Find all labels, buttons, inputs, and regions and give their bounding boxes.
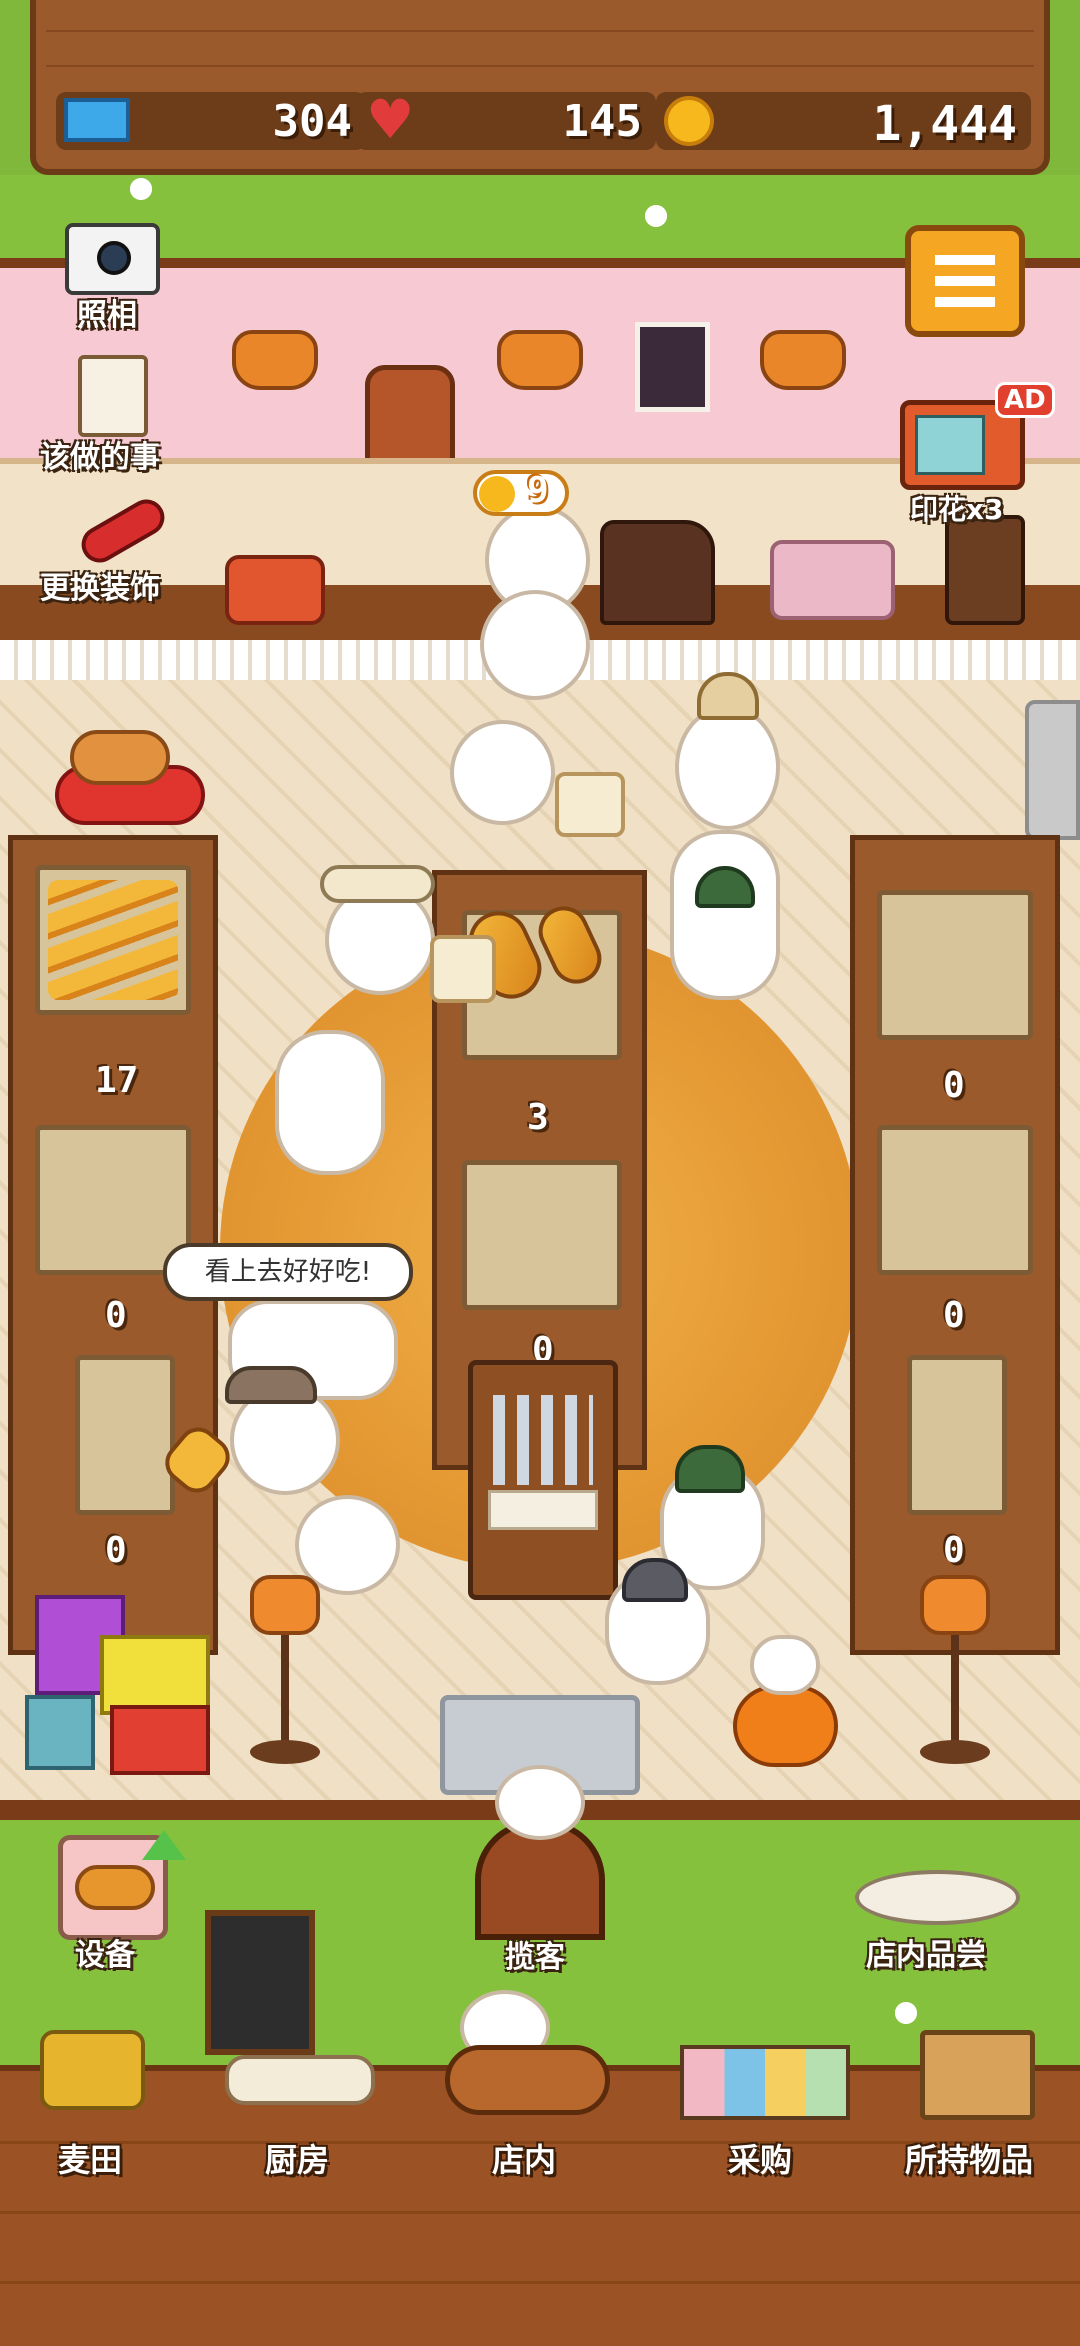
floor-lamp <box>245 1575 325 1775</box>
bread-tray[interactable] <box>35 1125 191 1275</box>
gift-icon <box>110 1705 210 1775</box>
box-icon <box>920 2030 1035 2120</box>
cash-register <box>600 520 715 625</box>
bread-basket-icon <box>445 2045 610 2115</box>
heart-icon: ♥ <box>366 88 415 151</box>
bread-tray[interactable] <box>35 865 191 1015</box>
todo-label: 该做的事 <box>40 440 160 475</box>
baker-cat[interactable] <box>480 590 590 700</box>
coin-value: 1,444 <box>872 96 1018 152</box>
floor-lamp <box>915 1575 995 1775</box>
stock-count: 0 <box>105 1530 127 1571</box>
side-door[interactable] <box>1025 700 1080 840</box>
coin-icon <box>479 476 515 512</box>
tasting-label: 店内品尝 <box>866 1938 986 1973</box>
nav-label-kitchen: 厨房 <box>265 2141 330 2179</box>
coin-icon <box>664 96 714 146</box>
stock-count: 0 <box>943 1530 965 1571</box>
stock-count: 3 <box>527 1097 549 1138</box>
ticket-icon <box>64 98 130 142</box>
bread-item <box>555 772 625 837</box>
pumpkin-icon <box>733 1685 838 1767</box>
upgrade-arrow-icon <box>142 1830 186 1860</box>
decorate-button[interactable]: 更换装饰 <box>40 492 200 610</box>
customer[interactable] <box>275 1030 385 1175</box>
ticket-value: 304 <box>272 96 352 147</box>
rolling-pin-icon <box>225 2055 375 2105</box>
resource-header: 304 ♥ 145 1,444 <box>30 0 1050 175</box>
nav-label-inventory: 所持物品 <box>905 2141 1034 2179</box>
stamp-ad-button[interactable]: AD 印花x3 <box>895 370 1055 530</box>
baguette-icon <box>48 880 178 1000</box>
bread-tray[interactable] <box>907 1355 1007 1515</box>
stock-count: 0 <box>105 1295 127 1336</box>
telephone[interactable] <box>225 555 325 625</box>
fork-icon <box>493 1395 593 1485</box>
ticket-counter: 304 <box>56 92 366 150</box>
flower-icon <box>645 205 667 227</box>
wheat-icon <box>40 2030 145 2110</box>
coffee-grinder <box>945 515 1025 625</box>
tasting-button[interactable]: 店内品尝 <box>840 1830 1030 1973</box>
customer[interactable] <box>750 1635 820 1695</box>
attract-customers-button[interactable]: 揽客 <box>465 1760 615 1980</box>
attract-label: 揽客 <box>505 1940 565 1975</box>
order-value: 9 <box>527 470 549 511</box>
customer[interactable] <box>675 705 780 830</box>
shiba-dog[interactable] <box>70 730 170 785</box>
bread-tray[interactable] <box>877 1125 1033 1275</box>
hat-icon <box>320 865 435 903</box>
mascot-cat <box>495 1765 585 1840</box>
photo-button[interactable]: 照相 <box>55 218 175 333</box>
flower-icon <box>130 178 152 200</box>
heart-counter: ♥ 145 <box>356 88 656 151</box>
bread-tray[interactable] <box>462 1160 622 1310</box>
customer[interactable] <box>670 830 780 1000</box>
bread-tray[interactable] <box>877 890 1033 1040</box>
pendant-lamp <box>760 330 846 390</box>
ad-badge: AD <box>995 382 1055 418</box>
gift-boxes[interactable] <box>25 1595 215 1775</box>
todo-button[interactable]: 该做的事 <box>40 350 200 475</box>
stock-count: 0 <box>943 1295 965 1336</box>
wall-poster <box>635 322 710 412</box>
customer[interactable] <box>450 720 555 825</box>
market-shelf-icon <box>680 2045 850 2120</box>
coin-counter: 1,444 <box>656 92 1031 152</box>
jam-jars <box>770 540 895 620</box>
hat-icon <box>225 1366 317 1404</box>
pendant-lamp <box>497 330 583 390</box>
paintbrush-icon <box>75 492 171 570</box>
menu-button[interactable] <box>905 225 1025 337</box>
equipment-label: 设备 <box>75 1938 135 1973</box>
bread-item <box>430 935 496 1003</box>
speech-bubble: 看上去好好吃! <box>163 1243 413 1301</box>
tray-stack <box>488 1490 598 1530</box>
cafe-table-icon <box>855 1870 1020 1925</box>
shelf-right[interactable]: 0 0 0 <box>850 835 1060 1655</box>
photo-label: 照相 <box>77 298 137 333</box>
utensil-cart[interactable] <box>468 1360 618 1600</box>
stock-count: 0 <box>943 1065 965 1106</box>
stock-count: 17 <box>95 1060 139 1101</box>
nav-label-store: 店内 <box>492 2141 557 2179</box>
equipment-button[interactable]: 设备 <box>50 1830 190 1973</box>
flower-icon <box>895 2002 917 2024</box>
gift-icon <box>100 1635 210 1715</box>
order-badge: 9 <box>473 470 569 516</box>
nav-label-purchase: 采购 <box>728 2141 793 2179</box>
clipboard-icon <box>78 355 148 437</box>
pendant-lamp <box>232 330 318 390</box>
gift-icon <box>25 1695 95 1770</box>
stamp-label: 印花x3 <box>910 493 1004 526</box>
nav-label-wheat: 麦田 <box>58 2141 123 2179</box>
hat-icon <box>675 1445 745 1493</box>
menu-chalkboard <box>205 1910 315 2055</box>
camera-icon <box>65 223 160 295</box>
hamburger-icon <box>935 255 995 307</box>
heart-value: 145 <box>562 96 642 147</box>
bread-tray[interactable] <box>75 1355 175 1515</box>
bread-icon <box>75 1865 155 1910</box>
decorate-label: 更换装饰 <box>40 571 160 606</box>
